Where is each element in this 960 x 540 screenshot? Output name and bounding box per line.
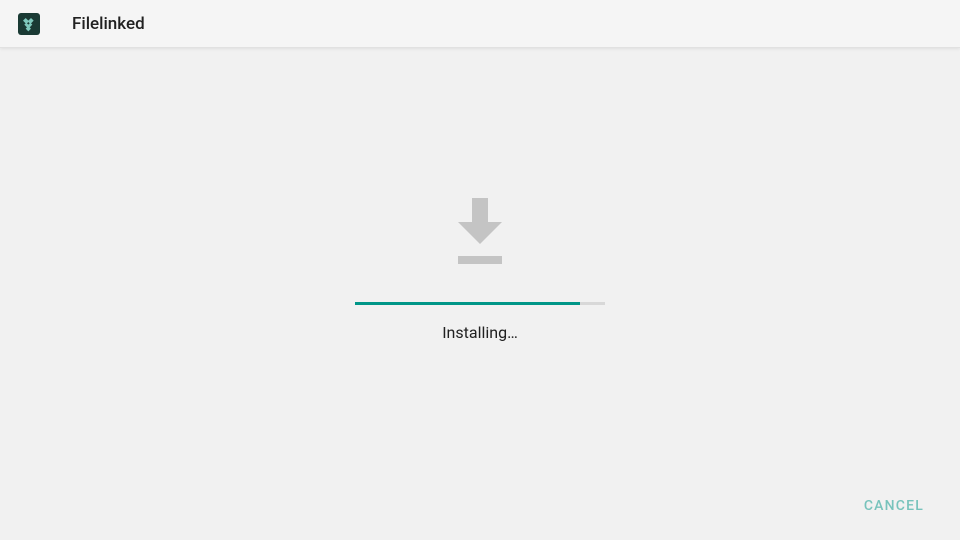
status-text: Installing… (442, 323, 518, 342)
app-icon (18, 13, 40, 35)
filelinked-icon (21, 16, 37, 32)
header-bar: Filelinked (0, 0, 960, 48)
cancel-button[interactable]: CANCEL (852, 490, 936, 522)
app-title: Filelinked (72, 14, 145, 34)
progress-bar (355, 302, 605, 305)
progress-fill (355, 302, 580, 305)
content-area: Installing… (0, 48, 960, 540)
download-icon (450, 198, 510, 270)
